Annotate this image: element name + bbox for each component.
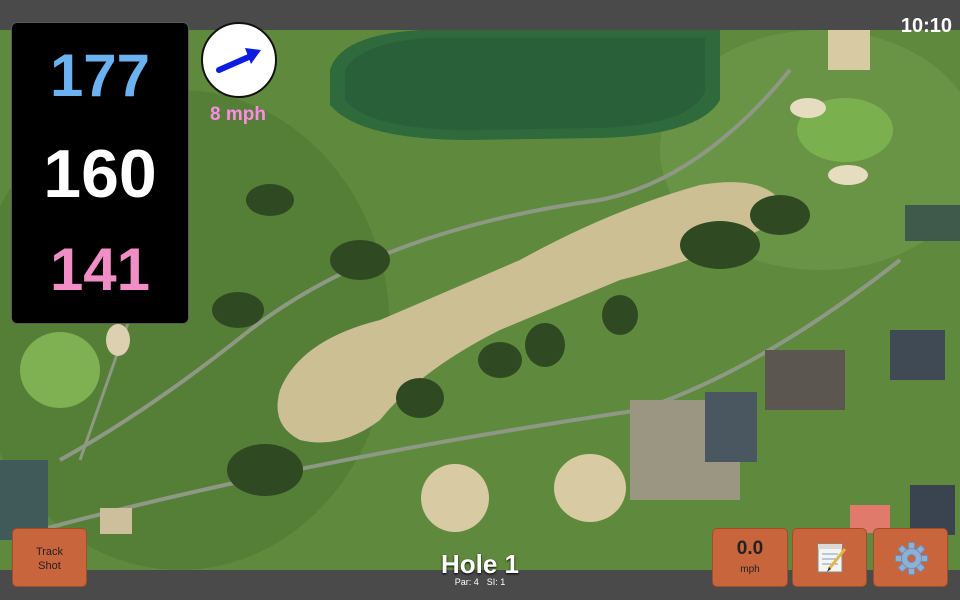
speed-button[interactable]: 0.0 mph [712,528,788,587]
notepad-icon [817,543,847,573]
notes-button[interactable] [792,528,867,587]
si-label: SI: 1 [486,577,506,587]
front-distance: 141 [49,236,151,303]
middle-distance: 160 [43,136,157,212]
hole-info: Par: 4 SI: 1 [380,577,580,587]
track-shot-label-line2: Shot [38,560,61,572]
clock-time: 10:10 [900,15,952,37]
settings-button[interactable] [873,528,948,587]
track-shot-button[interactable]: Track Shot [12,528,87,587]
hole-title: Hole 1 [440,549,520,579]
wind-indicator [201,22,277,98]
gear-icon [895,542,928,575]
speed-unit: mph [740,564,760,575]
distance-panel: 177 160 141 [11,22,189,324]
track-shot-label-line1: Track [35,546,64,558]
arrow-icon [216,48,261,73]
par-label: Par: 4 [454,577,479,587]
speed-value: 0.0 [736,538,764,559]
wind-speed: 8 mph [210,104,266,125]
back-distance: 177 [49,42,151,109]
